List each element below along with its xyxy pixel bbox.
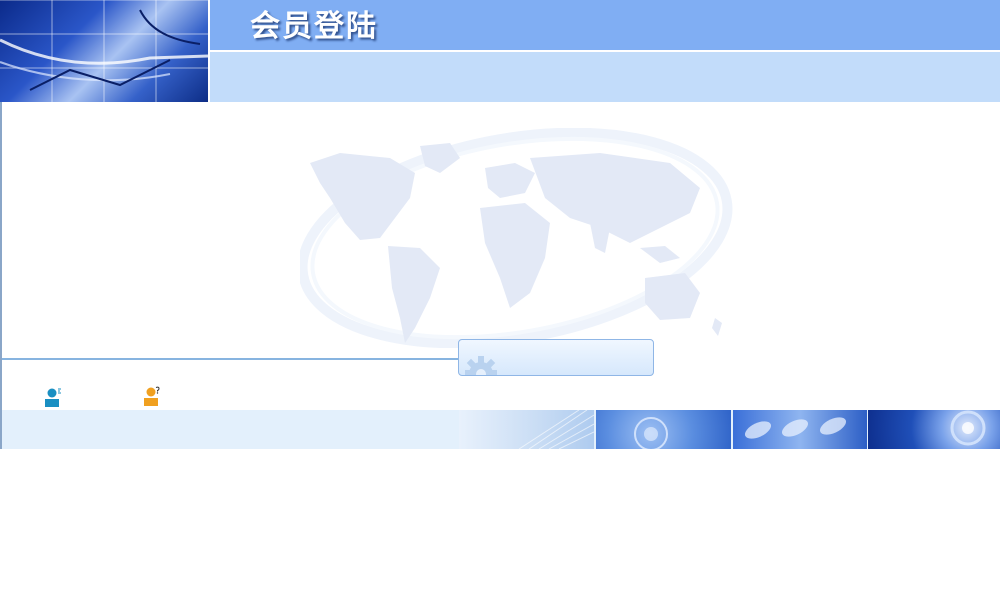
section-divider <box>2 358 460 360</box>
header-photo <box>0 0 208 102</box>
title-band: 会员登陆 <box>210 0 1000 50</box>
footer-decoration-graphic <box>634 417 668 449</box>
footer-image-tile <box>868 410 1000 449</box>
footer-decoration-graphic <box>744 417 847 439</box>
login-box[interactable] <box>458 339 654 376</box>
footer-decoration-graphic <box>950 410 986 446</box>
footer-image-tile <box>459 410 594 449</box>
header-decoration-graphic <box>0 0 208 102</box>
footer-strip <box>2 410 1000 449</box>
user-help-icon[interactable] <box>143 386 161 406</box>
header-banner: 会员登陆 <box>0 0 1000 102</box>
user-register-icon[interactable] <box>44 387 62 407</box>
panel-left-border <box>0 102 2 449</box>
footer-image-tile <box>733 410 867 449</box>
footer-image-tile <box>596 410 731 449</box>
sub-band <box>210 52 1000 102</box>
gear-icon <box>465 356 497 375</box>
world-map-watermark <box>300 128 733 348</box>
page-title: 会员登陆 <box>250 9 378 44</box>
footer-decoration-graphic <box>518 410 594 449</box>
